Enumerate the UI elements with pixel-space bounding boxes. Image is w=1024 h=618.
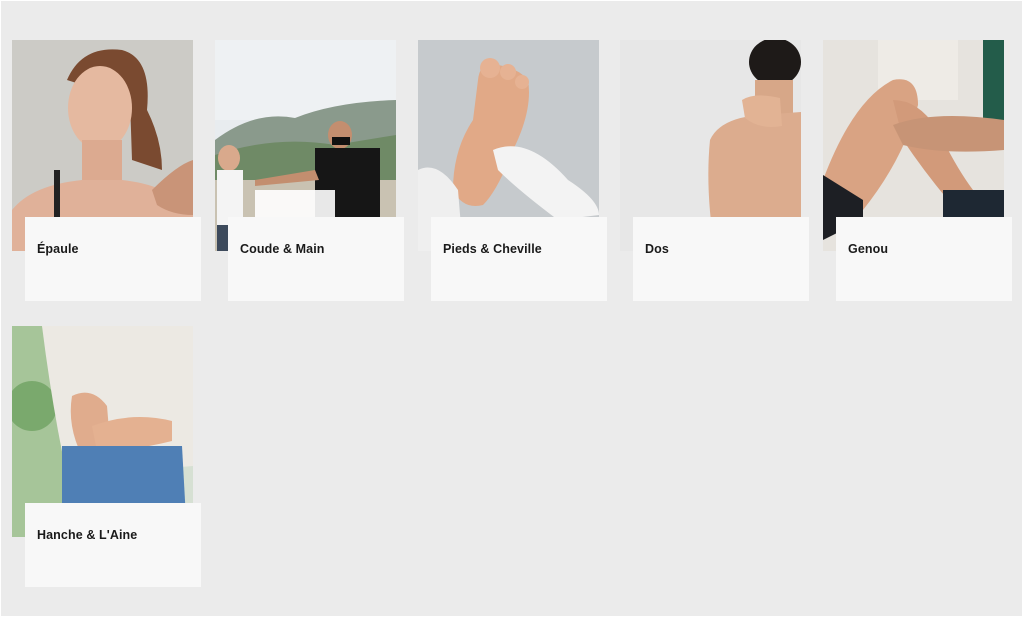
category-label-box: Épaule: [25, 217, 201, 301]
category-card-dos[interactable]: Dos: [620, 40, 820, 302]
category-card-epaule[interactable]: Épaule: [12, 40, 212, 302]
category-card-coude-main[interactable]: Coude & Main: [215, 40, 415, 302]
category-card-genou[interactable]: Genou: [823, 40, 1023, 302]
category-title: Coude & Main: [240, 242, 325, 256]
category-label-box: Dos: [633, 217, 809, 301]
category-title: Dos: [645, 242, 669, 256]
category-grid: Épaule Coude & Main Pieds & Cheville Dos…: [1, 1, 1022, 616]
category-label-box: Pieds & Cheville: [431, 217, 607, 301]
category-label-box: Hanche & L'Aine: [25, 503, 201, 587]
category-title: Épaule: [37, 242, 79, 256]
category-card-pieds-cheville[interactable]: Pieds & Cheville: [418, 40, 618, 302]
category-title: Hanche & L'Aine: [37, 528, 138, 542]
category-title: Pieds & Cheville: [443, 242, 542, 256]
category-label-box: Coude & Main: [228, 217, 404, 301]
category-label-box: Genou: [836, 217, 1012, 301]
category-title: Genou: [848, 242, 889, 256]
category-card-hanche-aine[interactable]: Hanche & L'Aine: [12, 326, 212, 588]
